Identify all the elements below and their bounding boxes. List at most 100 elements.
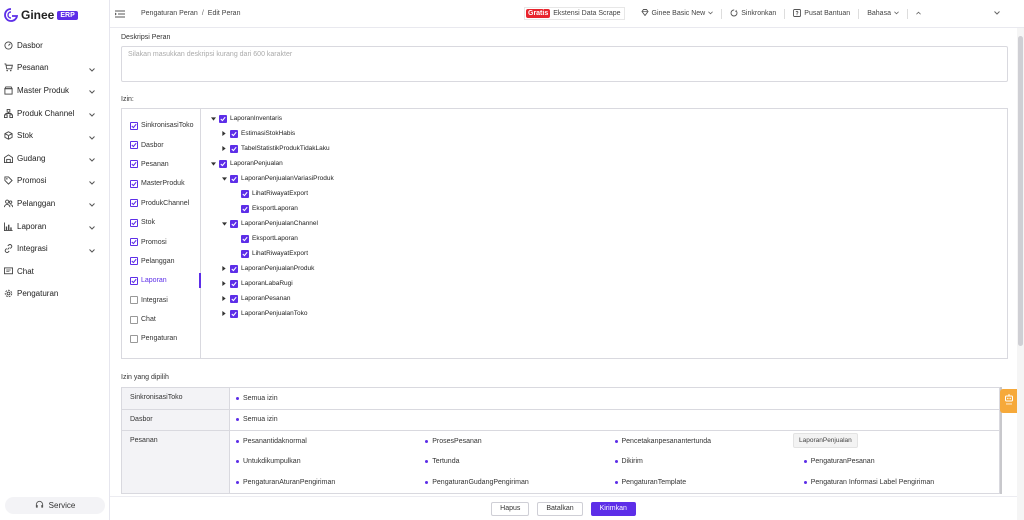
category-checkbox[interactable] bbox=[130, 257, 138, 266]
sidebar-item-produk-channel[interactable]: Produk Channel bbox=[0, 102, 109, 125]
help-center-link[interactable]: Pusat Bantuan bbox=[793, 8, 850, 19]
bullet-icon bbox=[425, 439, 429, 443]
delete-button[interactable]: Hapus bbox=[491, 501, 530, 516]
caret-down-icon[interactable] bbox=[210, 161, 216, 167]
page-scrollbar[interactable] bbox=[1017, 28, 1024, 520]
category-item[interactable]: SinkronisasiToko bbox=[122, 116, 200, 135]
submit-button[interactable]: Kirimkan bbox=[590, 501, 636, 516]
tree-node-checkbox[interactable] bbox=[230, 294, 238, 303]
tree-node-label: LaporanPenjualanChannel bbox=[241, 220, 318, 227]
tree-node[interactable]: EksportLaporan bbox=[206, 201, 996, 216]
category-item[interactable]: Pelanggan bbox=[122, 252, 200, 271]
caret-right-icon[interactable] bbox=[221, 296, 227, 302]
category-checkbox[interactable] bbox=[130, 141, 138, 150]
caret-down-icon[interactable] bbox=[221, 221, 227, 227]
caret-down-icon[interactable] bbox=[210, 116, 216, 122]
category-item[interactable]: Pesanan bbox=[122, 155, 200, 174]
tree-node[interactable]: LihatRiwayatExport bbox=[206, 246, 996, 261]
category-checkbox[interactable] bbox=[130, 179, 138, 188]
tree-node[interactable]: LihatRiwayatExport bbox=[206, 186, 996, 201]
category-item[interactable]: Integrasi bbox=[122, 291, 200, 310]
category-checkbox[interactable] bbox=[130, 160, 138, 169]
sidebar-item-dasbor[interactable]: Dasbor bbox=[0, 34, 109, 57]
tree-node-checkbox[interactable] bbox=[219, 159, 227, 168]
sidebar-item-gudang[interactable]: Gudang bbox=[0, 147, 109, 170]
sidebar-item-chat[interactable]: Chat bbox=[0, 260, 109, 283]
tree-node-checkbox[interactable] bbox=[230, 144, 238, 153]
tree-node[interactable]: LaporanPenjualan bbox=[206, 156, 996, 171]
category-item[interactable]: Stok bbox=[122, 213, 200, 232]
category-checkbox[interactable] bbox=[130, 121, 138, 130]
scrollbar-thumb[interactable] bbox=[1018, 36, 1023, 346]
sidebar-item-label: Laporan bbox=[17, 221, 47, 231]
tree-node[interactable]: EstimasiStokHabis bbox=[206, 126, 996, 141]
tree-node-checkbox[interactable] bbox=[241, 204, 249, 213]
account-chevron-down-icon[interactable] bbox=[994, 10, 1000, 17]
sidebar-item-pesanan[interactable]: Pesanan bbox=[0, 57, 109, 80]
caret-right-icon[interactable] bbox=[221, 311, 227, 317]
promo-banner[interactable]: Gratis Ekstensi Data Scrape bbox=[524, 7, 625, 20]
service-button[interactable]: Service bbox=[5, 497, 105, 514]
chevron-down-icon bbox=[89, 155, 95, 162]
sidebar-item-promosi[interactable]: Promosi bbox=[0, 170, 109, 193]
tree-node[interactable]: LaporanPenjualanChannel bbox=[206, 216, 996, 231]
cancel-button[interactable]: Batalkan bbox=[537, 501, 583, 516]
menu-toggle-icon[interactable] bbox=[115, 10, 125, 18]
plan-dropdown[interactable]: Ginee Basic New bbox=[640, 9, 714, 18]
tree-node-checkbox[interactable] bbox=[241, 234, 249, 243]
tree-node[interactable]: LaporanInventaris bbox=[206, 111, 996, 126]
tree-node-checkbox[interactable] bbox=[241, 249, 249, 258]
sidebar-item-master-produk[interactable]: Master Produk bbox=[0, 79, 109, 102]
sync-button[interactable]: Sinkronkan bbox=[730, 9, 776, 19]
tree-node[interactable]: TabelStatistikProdukTidakLaku bbox=[206, 141, 996, 156]
category-item[interactable]: ProdukChannel bbox=[122, 194, 200, 213]
tree-node-checkbox[interactable] bbox=[230, 264, 238, 273]
category-item[interactable]: Chat bbox=[122, 310, 200, 329]
tree-node[interactable]: LaporanPenjualanToko bbox=[206, 306, 996, 321]
caret-right-icon[interactable] bbox=[221, 281, 227, 287]
tree-node-checkbox[interactable] bbox=[230, 219, 238, 228]
logo[interactable]: Ginee ERP bbox=[0, 0, 109, 30]
category-item[interactable]: MasterProduk bbox=[122, 174, 200, 193]
user-avatar-button[interactable] bbox=[916, 10, 921, 17]
category-item[interactable]: Laporan bbox=[122, 271, 201, 290]
tree-node-checkbox[interactable] bbox=[230, 129, 238, 138]
tree-node[interactable]: LaporanPenjualanProduk bbox=[206, 261, 996, 276]
caret-down-icon[interactable] bbox=[221, 176, 227, 182]
category-checkbox[interactable] bbox=[130, 334, 138, 343]
sidebar-item-label: Promosi bbox=[17, 176, 47, 186]
tree-node[interactable]: LaporanLabaRugi bbox=[206, 276, 996, 291]
category-checkbox[interactable] bbox=[130, 296, 138, 305]
floating-assistant-button[interactable] bbox=[1000, 389, 1017, 413]
tree-node-checkbox[interactable] bbox=[230, 174, 238, 183]
description-textarea[interactable]: Silakan masukkan deskripsi kurang dari 6… bbox=[121, 46, 1008, 82]
tree-node-checkbox[interactable] bbox=[241, 189, 249, 198]
tree-node-checkbox[interactable] bbox=[219, 114, 227, 123]
sidebar-item-pelanggan[interactable]: Pelanggan bbox=[0, 192, 109, 215]
language-dropdown[interactable]: Bahasa bbox=[867, 10, 899, 17]
permission-item-label: Semua izin bbox=[243, 394, 278, 402]
tree-node-checkbox[interactable] bbox=[230, 309, 238, 318]
category-checkbox[interactable] bbox=[130, 238, 138, 247]
category-checkbox[interactable] bbox=[130, 276, 138, 285]
sidebar-item-pengaturan[interactable]: Pengaturan bbox=[0, 283, 109, 306]
tree-node-checkbox[interactable] bbox=[230, 279, 238, 288]
category-item[interactable]: Pengaturan bbox=[122, 329, 200, 348]
sidebar-item-stok[interactable]: Stok bbox=[0, 124, 109, 147]
permission-item-label: Dikirim bbox=[621, 458, 643, 466]
category-checkbox[interactable] bbox=[130, 218, 138, 227]
sidebar-item-integrasi[interactable]: Integrasi bbox=[0, 237, 109, 260]
tree-node[interactable]: LaporanPesanan bbox=[206, 291, 996, 306]
caret-right-icon[interactable] bbox=[221, 131, 227, 137]
category-item[interactable]: Promosi bbox=[122, 232, 200, 251]
tree-node[interactable]: EksportLaporan bbox=[206, 231, 996, 246]
tree-node[interactable]: LaporanPenjualanVariasiProduk bbox=[206, 171, 996, 186]
category-checkbox[interactable] bbox=[130, 315, 138, 324]
caret-right-icon[interactable] bbox=[221, 266, 227, 272]
breadcrumb-parent[interactable]: Pengaturan Peran bbox=[141, 10, 198, 17]
category-item[interactable]: Dasbor bbox=[122, 135, 200, 154]
caret-right-icon[interactable] bbox=[221, 146, 227, 152]
sidebar-item-laporan[interactable]: Laporan bbox=[0, 215, 109, 238]
category-checkbox[interactable] bbox=[130, 199, 138, 208]
header-actions: Gratis Ekstensi Data Scrape Ginee Basic … bbox=[524, 7, 921, 20]
